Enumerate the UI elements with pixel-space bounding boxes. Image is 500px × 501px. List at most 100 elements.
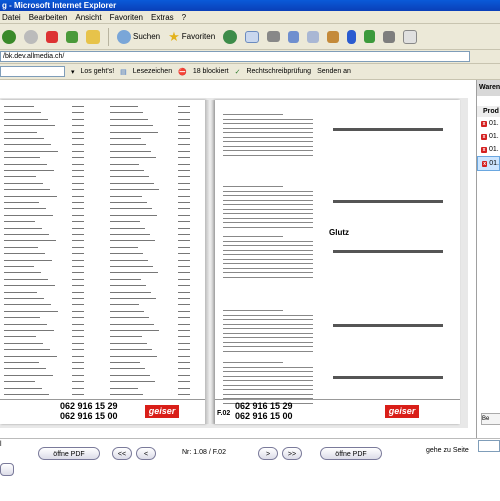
sidebar-product-item[interactable]: x 01.	[477, 117, 500, 130]
open-pdf-right-button[interactable]: öffne PDF	[320, 447, 382, 460]
catalog-text-line	[178, 131, 190, 133]
catalog-text-line	[4, 234, 49, 235]
mail-button[interactable]	[243, 27, 261, 47]
bluetooth-button[interactable]	[345, 27, 358, 47]
bookmarks-button[interactable]: Lesezeichen	[133, 68, 172, 75]
catalog-text-line	[72, 182, 84, 184]
popup-blocked-button[interactable]: 18 blockiert	[193, 68, 229, 75]
dropdown-icon[interactable]: ▾	[71, 68, 75, 76]
menu-favoriten[interactable]: Favoriten	[110, 13, 143, 22]
menu-extras[interactable]: Extras	[151, 13, 174, 22]
catalog-table-line	[223, 245, 313, 246]
print-button[interactable]	[265, 27, 282, 47]
edit-button[interactable]	[286, 27, 301, 47]
sidebar-product-code: 01.	[489, 146, 499, 153]
catalog-text-line	[110, 125, 153, 127]
catalog-table-line	[223, 393, 313, 395]
catalog-text-line	[4, 214, 53, 216]
catalog-text-line	[178, 234, 190, 235]
catalog-text-line	[178, 221, 190, 223]
prev-page-button[interactable]: <	[136, 447, 156, 460]
catalog-page-left[interactable]: 062 916 15 29 062 916 15 00 geiser	[0, 100, 205, 424]
refresh-button[interactable]	[64, 27, 80, 47]
catalog-table-line	[223, 208, 313, 210]
catalog-page-right[interactable]: Glutz F.02 062 916 15 29 062 916 15 00 g…	[215, 100, 460, 424]
catalog-text-line	[72, 310, 84, 312]
catalog-text-line	[178, 118, 190, 120]
open-pdf-left-button[interactable]: öffne PDF	[38, 447, 100, 460]
catalog-text-line	[72, 227, 84, 229]
separator	[108, 27, 109, 46]
sidebar-product-item-selected[interactable]: x 01.	[477, 156, 500, 171]
menu-ansicht[interactable]: Ansicht	[75, 13, 101, 22]
catalog-text-line	[72, 157, 84, 159]
catalog-table-line	[223, 371, 313, 372]
catalog-text-line	[72, 144, 84, 146]
refresh-icon	[66, 30, 78, 43]
product-image	[333, 376, 443, 379]
goto-page-input[interactable]	[478, 440, 500, 452]
left-phone-fax: 062 916 15 29	[60, 401, 118, 411]
sidebar-action-button[interactable]: Be	[481, 413, 500, 425]
catalog-table-line	[223, 310, 283, 311]
catalog-text-line	[178, 163, 190, 165]
remove-icon[interactable]: x	[481, 120, 487, 127]
remove-icon[interactable]: x	[482, 160, 488, 167]
remove-icon[interactable]: x	[481, 146, 487, 153]
catalog-text-line	[72, 138, 84, 139]
catalog-text-line	[110, 138, 141, 139]
catalog-text-line	[4, 278, 48, 280]
catalog-text-line	[178, 304, 190, 306]
search-button[interactable]: Suchen	[115, 27, 162, 47]
spellcheck-button[interactable]: Rechtschreibprüfung	[246, 68, 311, 75]
research-icon	[327, 30, 340, 43]
history-button[interactable]	[221, 27, 239, 47]
next-page-button[interactable]: >	[258, 447, 278, 460]
catalog-text-line	[178, 394, 190, 395]
catalog-text-line	[4, 246, 38, 248]
sidebar-product-item[interactable]: x 01.	[477, 143, 500, 156]
send-button[interactable]: Senden an	[317, 68, 351, 75]
catalog-text-line	[4, 150, 58, 152]
catalog-text-line	[110, 202, 147, 203]
catalog-table-line	[223, 154, 313, 156]
catalog-text-line	[72, 131, 84, 133]
catalog-text-line	[178, 272, 190, 274]
catalog-table-line	[223, 204, 313, 205]
sidebar-product-item[interactable]: x 01.	[477, 130, 500, 143]
toolbar-search-input[interactable]	[0, 66, 65, 77]
catalog-text-line	[4, 208, 46, 210]
catalog-text-line	[178, 202, 190, 203]
messenger-button[interactable]	[362, 27, 377, 47]
catalog-table-line	[223, 341, 313, 343]
goto-button[interactable]: Los geht's!	[81, 68, 115, 75]
remove-icon[interactable]: x	[481, 133, 487, 140]
menu-help[interactable]: ?	[182, 13, 186, 22]
forward-button[interactable]	[22, 27, 40, 47]
catalog-table-line	[223, 389, 313, 390]
first-page-button[interactable]: <<	[112, 447, 132, 460]
back-button[interactable]	[0, 27, 18, 47]
catalog-text-line	[178, 195, 190, 197]
catalog-text-line	[178, 381, 190, 383]
last-page-button[interactable]: >>	[282, 447, 302, 460]
catalog-text-line	[178, 144, 190, 146]
catalog-table-line	[223, 195, 313, 196]
address-input[interactable]: /bk.dev.allmedia.ch/	[0, 51, 470, 62]
catalog-text-line	[72, 253, 84, 255]
home-button[interactable]	[84, 27, 102, 47]
catalog-table-line	[223, 362, 283, 363]
favorites-button[interactable]: ★ Favoriten	[166, 27, 217, 47]
tools-button[interactable]	[381, 27, 397, 47]
left-edge-button[interactable]	[0, 463, 14, 476]
discuss-button[interactable]	[305, 27, 321, 47]
menu-bearbeiten[interactable]: Bearbeiten	[29, 13, 68, 22]
stop-button[interactable]	[44, 27, 60, 47]
catalog-text-line	[4, 394, 49, 395]
catalog-text-line	[4, 125, 55, 127]
catalog-text-line	[178, 323, 190, 325]
research-button[interactable]	[325, 27, 341, 47]
menu-datei[interactable]: Datei	[2, 13, 21, 22]
extra-button[interactable]	[401, 27, 419, 47]
catalog-text-line	[72, 272, 84, 274]
